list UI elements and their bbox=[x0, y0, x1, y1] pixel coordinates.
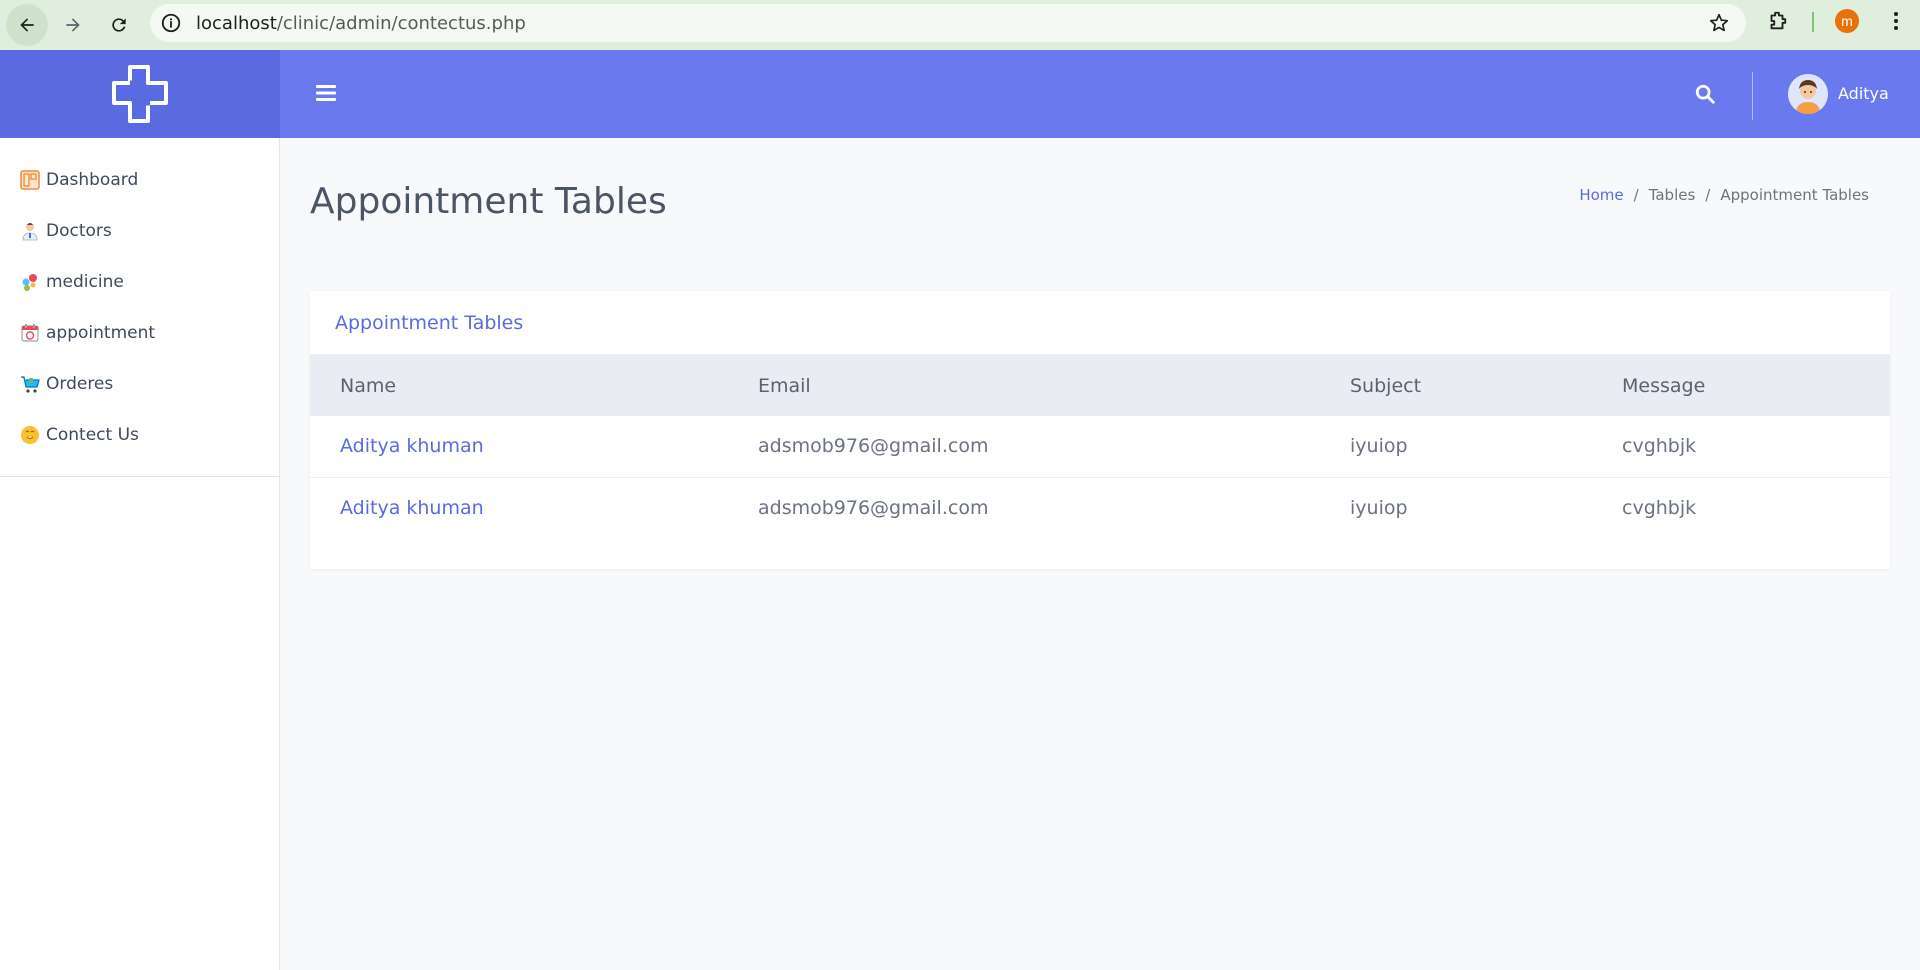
appointment-card: Appointment Tables Name Email Subject Me… bbox=[310, 291, 1890, 569]
table-header-row: Name Email Subject Message bbox=[310, 355, 1890, 416]
sidebar-item-label: Doctors bbox=[46, 220, 112, 241]
sidebar-item-label: Orderes bbox=[46, 373, 114, 394]
extensions-icon[interactable] bbox=[1766, 10, 1788, 32]
sidebar-item-label: medicine bbox=[46, 271, 124, 292]
breadcrumb-separator: / bbox=[1705, 186, 1711, 204]
toolbar-divider bbox=[1812, 12, 1814, 32]
column-header-name[interactable]: Name bbox=[310, 355, 728, 416]
cell-name[interactable]: Aditya khuman bbox=[310, 477, 728, 538]
page-title: Appointment Tables bbox=[310, 181, 667, 222]
card-title: Appointment Tables bbox=[335, 311, 524, 334]
table-row: Aditya khuman adsmob976@gmail.com iyuiop… bbox=[310, 477, 1890, 538]
breadcrumb-current: Appointment Tables bbox=[1720, 186, 1869, 204]
cell-subject: iyuiop bbox=[1350, 435, 1408, 458]
breadcrumb-home[interactable]: Home bbox=[1579, 186, 1623, 204]
back-button[interactable] bbox=[6, 4, 48, 46]
profile-avatar[interactable]: m bbox=[1835, 9, 1859, 33]
doctor-icon bbox=[20, 221, 40, 241]
breadcrumb-tables[interactable]: Tables bbox=[1649, 186, 1696, 204]
sidebar-item-label: Contect Us bbox=[46, 424, 139, 445]
card-header: Appointment Tables bbox=[310, 291, 1890, 355]
contact-table: Name Email Subject Message Aditya khuman… bbox=[310, 355, 1890, 538]
contact-icon bbox=[20, 425, 40, 445]
sidebar-menu: Dashboard Doctors medicine appointment O… bbox=[0, 138, 279, 477]
forward-button[interactable] bbox=[52, 4, 94, 46]
cart-icon bbox=[20, 374, 40, 394]
cell-email: adsmob976@gmail.com bbox=[758, 435, 989, 458]
sidebar-item-label: Dashboard bbox=[46, 169, 139, 190]
bookmark-star-icon[interactable] bbox=[1708, 12, 1730, 34]
more-vert-icon[interactable] bbox=[1884, 9, 1908, 33]
sidebar: Dashboard Doctors medicine appointment O… bbox=[0, 50, 280, 970]
cell-subject: iyuiop bbox=[1350, 496, 1408, 519]
sidebar-item-orders[interactable]: Orderes bbox=[0, 358, 279, 409]
medicine-icon bbox=[20, 272, 40, 292]
sidebar-item-doctors[interactable]: Doctors bbox=[0, 205, 279, 256]
username[interactable]: Aditya bbox=[1838, 84, 1889, 103]
sidebar-item-contact-us[interactable]: Contect Us bbox=[0, 409, 279, 460]
search-icon[interactable] bbox=[1694, 83, 1716, 105]
url-host: localhost bbox=[196, 12, 277, 34]
appointment-icon bbox=[20, 323, 40, 343]
column-header-message[interactable]: Message bbox=[1592, 355, 1890, 416]
table-row: Aditya khuman adsmob976@gmail.com iyuiop… bbox=[310, 416, 1890, 477]
sidebar-item-medicine[interactable]: medicine bbox=[0, 256, 279, 307]
cell-message: cvghbjk bbox=[1622, 435, 1697, 458]
topbar: Aditya bbox=[280, 50, 1920, 138]
url-text: localhost/clinic/admin/contectus.php bbox=[196, 13, 526, 34]
cell-name[interactable]: Aditya khuman bbox=[310, 416, 728, 477]
dashboard-icon bbox=[20, 169, 40, 190]
medical-cross-logo-icon bbox=[112, 65, 168, 123]
cell-email: adsmob976@gmail.com bbox=[758, 496, 989, 519]
hamburger-menu-icon[interactable] bbox=[316, 84, 336, 102]
cell-message: cvghbjk bbox=[1622, 496, 1697, 519]
topbar-divider bbox=[1752, 72, 1753, 120]
user-avatar-icon bbox=[1788, 74, 1828, 114]
sidebar-item-label: appointment bbox=[46, 322, 156, 343]
browser-toolbar: localhost/clinic/admin/contectus.php m bbox=[0, 0, 1920, 50]
sidebar-item-dashboard[interactable]: Dashboard bbox=[0, 154, 279, 205]
url-path: /clinic/admin/contectus.php bbox=[276, 12, 526, 34]
site-info-icon[interactable] bbox=[160, 12, 182, 34]
reload-button[interactable] bbox=[98, 4, 140, 46]
arrow-left-icon bbox=[20, 18, 34, 32]
column-header-subject[interactable]: Subject bbox=[1320, 355, 1592, 416]
logo[interactable] bbox=[0, 50, 280, 138]
breadcrumb-separator: / bbox=[1633, 186, 1639, 204]
reload-icon bbox=[112, 18, 126, 32]
address-bar[interactable]: localhost/clinic/admin/contectus.php bbox=[150, 4, 1746, 42]
arrow-right-icon bbox=[66, 18, 80, 32]
breadcrumb: Home / Tables / Appointment Tables bbox=[1579, 186, 1869, 204]
column-header-email[interactable]: Email bbox=[728, 355, 1320, 416]
user-avatar[interactable] bbox=[1788, 74, 1828, 114]
sidebar-item-appointment[interactable]: appointment bbox=[0, 307, 279, 358]
